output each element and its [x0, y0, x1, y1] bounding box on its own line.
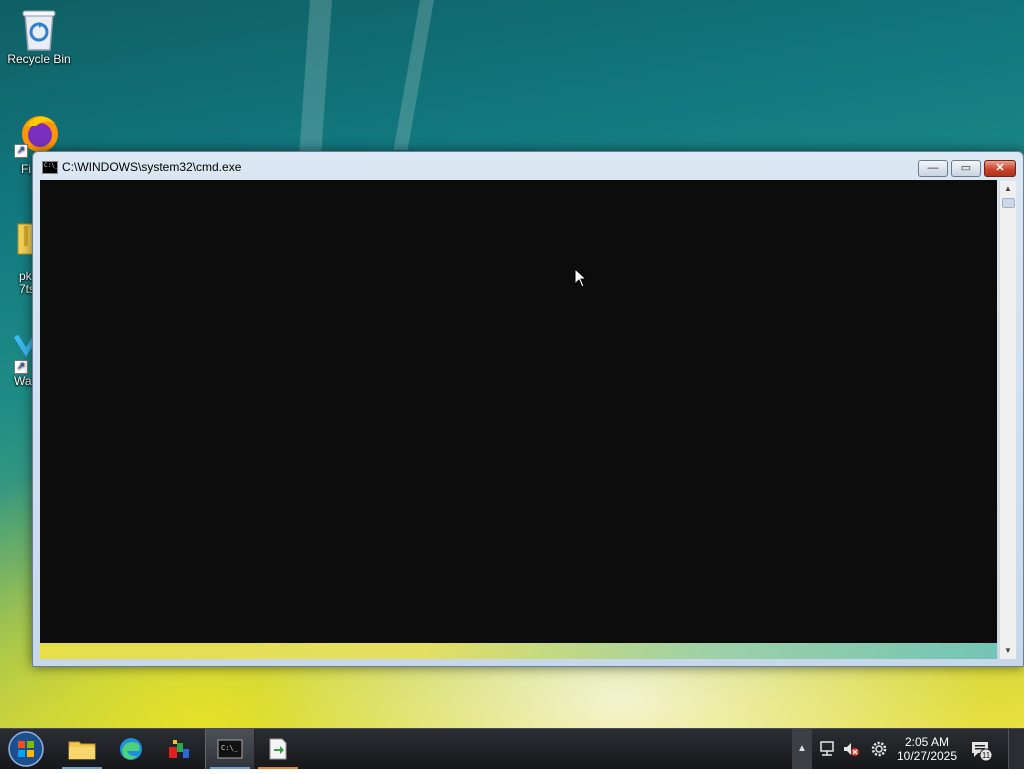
notification-icon: 11	[972, 742, 993, 762]
taskbar-app[interactable]	[156, 729, 204, 769]
taskbar-file-explorer[interactable]	[58, 729, 106, 769]
minimize-button[interactable]: —	[918, 160, 948, 177]
taskbar-command-prompt[interactable]: C:\_	[205, 729, 255, 769]
notification-count: 11	[982, 751, 991, 760]
taskbar: C:\_ ▲ 2:05 AM 10/27/2025 11	[0, 728, 1024, 769]
show-desktop-button[interactable]	[1008, 729, 1024, 769]
scroll-down-icon[interactable]: ▼	[1000, 643, 1016, 659]
edge-icon	[120, 738, 142, 760]
cmd-app-icon[interactable]: C:\_	[42, 161, 58, 174]
system-clock[interactable]: 2:05 AM 10/27/2025	[893, 735, 961, 763]
wallpaper-streak	[393, 0, 434, 150]
start-button[interactable]	[6, 730, 46, 768]
windows-start-orb-icon	[8, 731, 44, 767]
app-icon	[169, 740, 189, 758]
maximize-button[interactable]: ▭	[951, 160, 981, 177]
scroll-up-icon[interactable]: ▲	[1000, 181, 1016, 197]
close-button[interactable]: ✕	[984, 160, 1016, 177]
running-indicator	[210, 767, 250, 769]
console-output-area[interactable]	[40, 180, 997, 643]
clock-date: 10/27/2025	[896, 749, 958, 763]
taskbar-edge[interactable]	[107, 729, 155, 769]
cmd-window[interactable]: C:\_ C:\WINDOWS\system32\cmd.exe — ▭ ✕ ▲…	[32, 151, 1024, 667]
recycle-bin-icon	[17, 6, 61, 51]
gear-icon[interactable]	[869, 739, 889, 759]
notifications-button[interactable]: 11	[970, 739, 993, 762]
firefox-icon: ↗	[14, 112, 60, 158]
maximize-icon: ▭	[960, 162, 972, 174]
running-indicator	[258, 767, 298, 769]
desktop-icon-label: Wa	[14, 374, 32, 388]
shortcut-arrow-icon: ↗	[14, 360, 28, 374]
vertical-scrollbar[interactable]: ▲ ▼	[999, 181, 1016, 659]
window-title: C:\WINDOWS\system32\cmd.exe	[62, 160, 242, 174]
running-indicator	[62, 767, 102, 769]
mouse-pointer-icon	[574, 267, 588, 293]
volume-muted-icon[interactable]	[841, 739, 861, 759]
title-bar[interactable]: C:\_ C:\WINDOWS\system32\cmd.exe — ▭ ✕	[33, 152, 1023, 180]
show-hidden-icons-button[interactable]: ▲	[792, 729, 812, 769]
minimize-icon: —	[927, 162, 939, 174]
clock-time: 2:05 AM	[904, 735, 950, 749]
network-icon[interactable]	[817, 739, 837, 759]
cmd-icon: C:\_	[217, 739, 243, 759]
desktop-icon-recycle-bin[interactable]: Recycle Bin	[0, 6, 78, 66]
scroll-thumb[interactable]	[1002, 198, 1015, 208]
shortcut-arrow-icon: ↗	[14, 144, 28, 158]
close-icon: ✕	[995, 162, 1005, 174]
desktop-icon-label: Fi	[21, 162, 31, 176]
desktop-icon-label: Recycle Bin	[7, 52, 71, 66]
document-icon	[269, 738, 287, 760]
wallpaper-streak	[298, 0, 332, 160]
svg-text:C:\_: C:\_	[221, 744, 239, 752]
taskbar-document-app[interactable]	[254, 729, 302, 769]
console-bottom-strip	[40, 643, 997, 659]
folder-icon	[68, 741, 96, 760]
